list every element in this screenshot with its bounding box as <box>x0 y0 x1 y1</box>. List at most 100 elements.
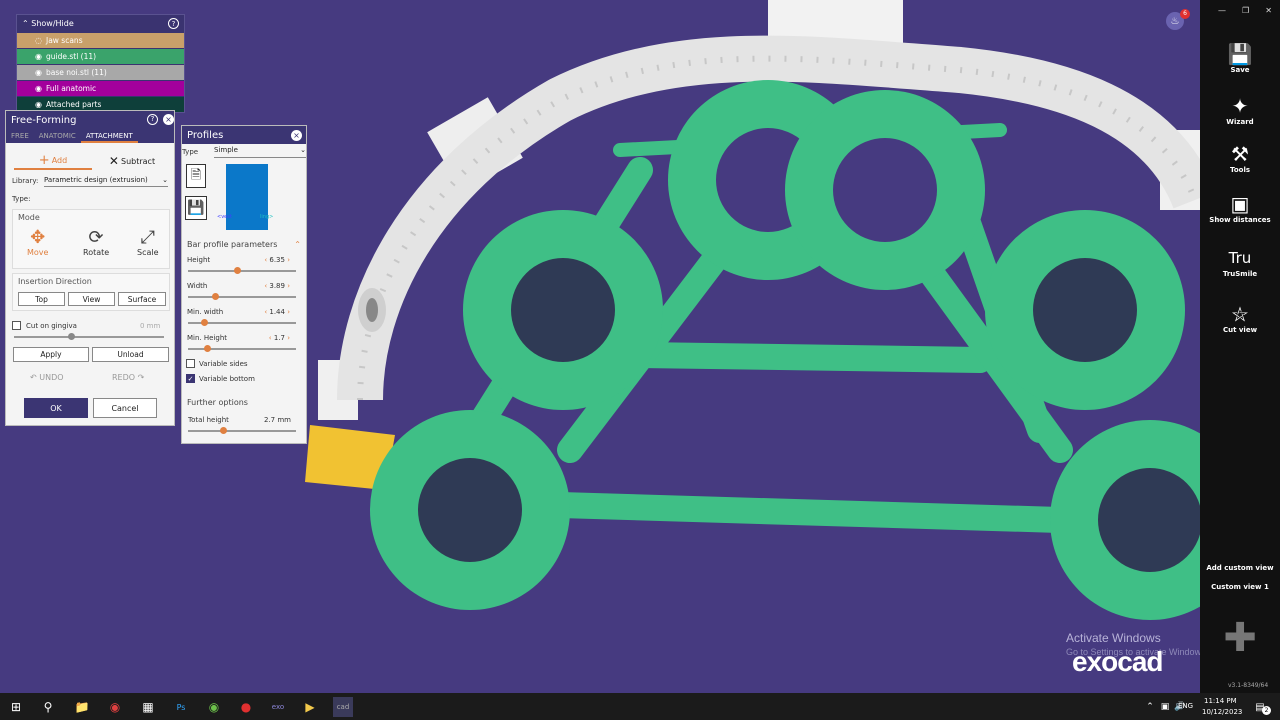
unload-button[interactable]: Unload <box>92 347 169 362</box>
show-hide-header[interactable]: ⌃ Show/Hide ? <box>17 15 184 32</box>
chevron-down-icon: ⌄ <box>300 146 306 154</box>
layer-row-guide[interactable]: ◉ guide.stl (11) <box>17 48 184 64</box>
distances-label: Show distances <box>1209 216 1271 224</box>
insertion-surface-button[interactable]: Surface <box>118 292 166 306</box>
ok-button[interactable]: OK <box>24 398 88 418</box>
layer-label: Jaw scans <box>45 36 83 45</box>
view-cube-icon[interactable]: ✚ <box>1212 608 1268 670</box>
mode-label: Scale <box>137 248 159 257</box>
param-value[interactable]: ‹ 3.89 › <box>260 282 290 290</box>
profile-preview <box>226 164 268 230</box>
eye-icon[interactable]: ◉ <box>35 84 42 93</box>
save-button[interactable]: 💾 Save <box>1200 42 1280 74</box>
cut-view-button[interactable]: ⛦ Cut view <box>1200 302 1280 334</box>
help-icon[interactable]: ? <box>147 114 158 125</box>
param-value[interactable]: ‹ 6.35 › <box>260 256 290 264</box>
param-slider-knob[interactable] <box>234 267 241 274</box>
param-slider-knob[interactable] <box>212 293 219 300</box>
layer-label: base noi.stl (11) <box>45 68 107 77</box>
cut-on-gingiva-label: Cut on gingiva <box>26 322 77 330</box>
variable-sides-checkbox[interactable] <box>186 359 195 368</box>
profile-type-value: Simple <box>214 146 238 154</box>
chrome-icon[interactable]: ◉ <box>105 697 125 717</box>
x-icon: ✕ <box>108 154 119 168</box>
close-icon[interactable]: × <box>163 114 174 125</box>
tab-anatomic[interactable]: ANATOMIC <box>34 129 81 143</box>
media-icon[interactable]: ▶ <box>300 697 320 717</box>
exocad-active-icon[interactable]: cad <box>333 697 353 717</box>
cut-slider-knob[interactable] <box>68 333 75 340</box>
undo-button[interactable]: ↶ UNDO <box>30 373 64 382</box>
windows-start-icon[interactable]: ⊞ <box>6 697 26 717</box>
ling-label: ling> <box>260 214 274 220</box>
param-slider[interactable] <box>188 319 296 326</box>
tab-free[interactable]: FREE <box>6 129 34 143</box>
profiles-panel: Profiles × Type Simple ⌄ 🗎 💾 <vest ling> … <box>181 125 307 444</box>
eye-icon[interactable]: ◉ <box>35 52 42 61</box>
photoshop-icon[interactable]: Ps <box>171 697 191 717</box>
param-label: Width <box>187 282 208 290</box>
cut-slider[interactable] <box>14 333 164 340</box>
search-icon[interactable]: ⚲ <box>38 697 58 717</box>
show-distances-button[interactable]: ▣ Show distances <box>1200 192 1280 224</box>
file-explorer-icon[interactable]: 📁 <box>72 697 92 717</box>
apply-button[interactable]: Apply <box>13 347 89 362</box>
app-green-icon[interactable]: ◉ <box>204 697 224 717</box>
library-select[interactable]: Parametric design (extrusion) ⌄ <box>44 174 168 187</box>
minimize-icon[interactable]: — <box>1218 6 1226 15</box>
cancel-button[interactable]: Cancel <box>93 398 157 418</box>
subtract-button[interactable]: ✕ Subtract <box>96 152 168 170</box>
app-icon[interactable]: ▦ <box>138 697 158 717</box>
param-value[interactable]: ‹ 1.44 › <box>260 308 290 316</box>
record-icon[interactable]: ● <box>236 697 256 717</box>
param-slider[interactable] <box>188 293 296 300</box>
profile-type-select[interactable]: Simple ⌄ <box>214 146 306 158</box>
custom-view-1-button[interactable]: Custom view 1 <box>1200 583 1280 591</box>
maximize-icon[interactable]: ❐ <box>1242 6 1249 15</box>
clock-time[interactable]: 11:14 PM <box>1204 697 1237 705</box>
close-icon[interactable]: × <box>291 129 302 141</box>
param-value[interactable]: ‹ 1.7 › <box>260 334 290 342</box>
bar-profile-section-header[interactable]: Bar profile parameters ⌃ <box>182 237 306 251</box>
trusmile-button[interactable]: Tru TruSmile <box>1200 246 1280 278</box>
layer-row-full-anatomic[interactable]: ◉ Full anatomic <box>17 80 184 96</box>
layer-row-base[interactable]: ◉ base noi.stl (11) <box>17 64 184 80</box>
tab-attachment[interactable]: ATTACHMENT <box>80 129 138 143</box>
new-file-icon[interactable]: 🗎 <box>186 164 206 188</box>
trusmile-icon: Tru <box>1228 249 1252 267</box>
undo-icon: ↶ <box>30 373 37 382</box>
collapse-icon[interactable]: ⌃ <box>22 19 29 28</box>
eye-icon[interactable]: ◉ <box>35 68 42 77</box>
redo-button[interactable]: REDO ↷ <box>112 373 144 382</box>
insertion-top-button[interactable]: Top <box>18 292 65 306</box>
eye-off-icon[interactable]: ◌ <box>35 36 42 45</box>
param-slider[interactable] <box>188 345 296 352</box>
layer-label: Attached parts <box>45 100 102 109</box>
language-indicator[interactable]: ENG <box>1178 702 1193 710</box>
mode-move[interactable]: ✥ Move <box>27 228 48 258</box>
close-window-icon[interactable]: ✕ <box>1265 6 1272 15</box>
cut-on-gingiva-checkbox[interactable] <box>12 321 21 330</box>
wizard-button[interactable]: ✦ Wizard <box>1200 94 1280 126</box>
layer-row-jaw-scans[interactable]: ◌ Jaw scans <box>17 32 184 48</box>
help-icon[interactable]: ? <box>168 18 179 29</box>
exocad-taskbar-icon[interactable]: exo <box>268 697 288 717</box>
wizard-icon: ✦ <box>1231 94 1249 118</box>
save-profile-icon[interactable]: 💾 <box>185 196 207 220</box>
add-custom-view-button[interactable]: Add custom view <box>1200 564 1280 572</box>
tools-button[interactable]: ⚒ Tools <box>1200 142 1280 174</box>
total-height-slider[interactable] <box>188 427 296 434</box>
save-label: Save <box>1230 66 1250 74</box>
insertion-view-button[interactable]: View <box>68 292 115 306</box>
variable-bottom-checkbox[interactable]: ✓ <box>186 374 195 383</box>
total-height-knob[interactable] <box>220 427 227 434</box>
mode-scale[interactable]: ⤢ Scale <box>137 228 159 258</box>
param-slider-knob[interactable] <box>201 319 208 326</box>
add-label: Add <box>51 155 68 165</box>
add-button[interactable]: + Add <box>14 152 92 170</box>
clock-date[interactable]: 10/12/2023 <box>1202 708 1242 716</box>
param-slider[interactable] <box>188 267 296 274</box>
param-slider-knob[interactable] <box>204 345 211 352</box>
eye-icon[interactable]: ◉ <box>35 100 42 109</box>
mode-rotate[interactable]: ⟳ Rotate <box>83 228 109 258</box>
